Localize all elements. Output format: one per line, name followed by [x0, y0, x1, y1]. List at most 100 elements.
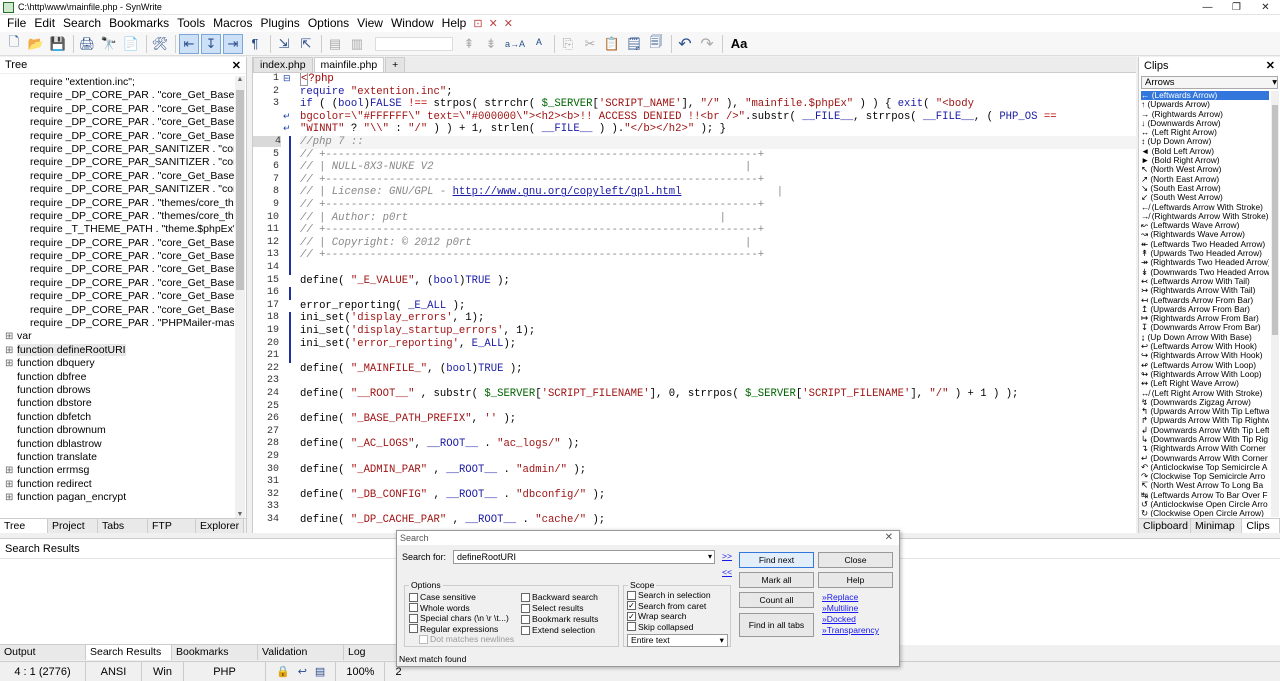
- clip-item[interactable]: ↚ (Leftwards Arrow With Stroke): [1141, 203, 1269, 212]
- menu-plugins[interactable]: Plugins: [256, 15, 303, 32]
- tab-clips[interactable]: Clips: [1242, 519, 1280, 534]
- tab-clipboard[interactable]: Clipboard: [1139, 519, 1191, 534]
- checkbox-whole-words[interactable]: Whole words: [409, 603, 470, 613]
- tree-item[interactable]: function dbrows: [0, 384, 234, 397]
- tree-item[interactable]: function dbstore: [0, 397, 234, 410]
- find-next-button[interactable]: Find next: [739, 552, 814, 568]
- tree-item[interactable]: ⊞ function dbquery: [0, 357, 234, 370]
- expand-icon[interactable]: ⊞: [5, 330, 17, 343]
- menu-search[interactable]: Search: [59, 15, 105, 32]
- clip-item[interactable]: ↣ (Rightwards Arrow With Tail): [1141, 286, 1269, 295]
- checkbox-backward-search[interactable]: Backward search: [521, 592, 598, 602]
- tree-item[interactable]: require _DP_CORE_PAR . "themes/core_them…: [0, 197, 234, 210]
- case-icon[interactable]: ᴬ: [529, 34, 549, 54]
- toolbar-search-input[interactable]: [375, 36, 453, 51]
- minimize-button[interactable]: —: [1193, 0, 1222, 15]
- close-button[interactable]: Close: [818, 552, 893, 568]
- clip-item[interactable]: ↲ (Downwards Arrow With Tip Left: [1141, 426, 1269, 435]
- open-icon[interactable]: 📂: [26, 34, 46, 54]
- tree-item[interactable]: ⊞ function redirect: [0, 478, 234, 491]
- clipboard-icon[interactable]: 🗒: [624, 34, 644, 54]
- tree-item[interactable]: require _DP_CORE_PAR . "core_Get_Base_Fu…: [0, 103, 234, 116]
- expand-icon[interactable]: ⊞: [5, 478, 17, 491]
- tab-minimap[interactable]: Minimap: [1191, 519, 1243, 534]
- tree-item[interactable]: require _DP_CORE_PAR_SANITIZER . "core_S…: [0, 143, 234, 156]
- search-back-link[interactable]: <<: [722, 567, 732, 577]
- tab-tabs[interactable]: Tabs: [98, 519, 148, 534]
- redo-icon[interactable]: ↷: [697, 34, 717, 54]
- clip-item[interactable]: ↳ (Downwards Arrow With Tip Rig: [1141, 435, 1269, 444]
- clip-item[interactable]: ↦ (Rightwards Arrow From Bar): [1141, 314, 1269, 323]
- tree-item[interactable]: ⊞ var: [0, 330, 234, 343]
- expand-icon[interactable]: ⊞: [5, 491, 17, 504]
- pilcrow-icon[interactable]: ¶: [245, 34, 265, 54]
- tree-item[interactable]: require _DP_CORE_PAR . "core_Get_Base_Fu…: [0, 250, 234, 263]
- menu-tools[interactable]: Tools: [173, 15, 209, 32]
- tree-item[interactable]: require _DP_CORE_PAR . "core_Get_Base_Fu…: [0, 130, 234, 143]
- tree-item[interactable]: require _DP_CORE_PAR_SANITIZER . "core_B…: [0, 183, 234, 196]
- clip-item[interactable]: ↠ (Rightwards Two Headed Arrow): [1141, 258, 1269, 267]
- font-size-icon[interactable]: Aa: [726, 34, 752, 54]
- expand-icon[interactable]: ⊞: [5, 464, 17, 477]
- tree-item[interactable]: function dbfetch: [0, 411, 234, 424]
- clip-item[interactable]: ↝ (Rightwards Wave Arrow): [1141, 230, 1269, 239]
- expand-icon[interactable]: ⊞: [5, 344, 17, 357]
- close-window-button[interactable]: ✕: [1251, 0, 1280, 15]
- clip-item[interactable]: ↔ (Left Right Arrow): [1141, 128, 1269, 137]
- unindent-icon[interactable]: ⇱: [296, 34, 316, 54]
- clip-item[interactable]: ↥ (Upwards Arrow From Bar): [1141, 305, 1269, 314]
- clip-item[interactable]: ↗ (North East Arrow): [1141, 175, 1269, 184]
- clip-item[interactable]: ↷ (Clockwise Top Semicircle Arro: [1141, 472, 1269, 481]
- clip-item[interactable]: ↤ (Leftwards Arrow From Bar): [1141, 296, 1269, 305]
- tab-output[interactable]: Output: [0, 645, 86, 660]
- clip-item[interactable]: ↻ (Clockwise Open Circle Arrow): [1141, 509, 1269, 517]
- replace-link[interactable]: »Replace: [822, 592, 858, 602]
- save-icon[interactable]: 💾: [48, 34, 68, 54]
- selection-mode-icon[interactable]: ▤: [315, 662, 325, 681]
- clip-item[interactable]: ↘ (South East Arrow): [1141, 184, 1269, 193]
- clip-item[interactable]: ↙ (South West Arrow): [1141, 193, 1269, 202]
- close-all-docs-icon[interactable]: ✕: [501, 17, 516, 30]
- fold-icon[interactable]: ⊟: [283, 73, 291, 84]
- tab-ftp[interactable]: FTP: [148, 519, 196, 534]
- tab-log[interactable]: Log: [344, 645, 400, 660]
- status-lexer[interactable]: PHP: [184, 661, 266, 681]
- status-encoding[interactable]: ANSI: [86, 661, 142, 681]
- clips-scrollbar[interactable]: [1271, 91, 1279, 517]
- print-icon[interactable]: 🖨: [77, 34, 97, 54]
- checkbox-bookmark-results[interactable]: Bookmark results: [521, 614, 598, 624]
- checkbox-extend-selection[interactable]: Extend selection: [521, 625, 595, 635]
- clip-item[interactable]: ↯ (Downwards Zigzag Arrow): [1141, 398, 1269, 407]
- checkbox-wrap-search[interactable]: ✓ Wrap search: [627, 611, 687, 621]
- clip-item[interactable]: ► (Bold Right Arrow): [1141, 156, 1269, 165]
- tree-item[interactable]: require _DP_CORE_PAR_SANITIZER . "core_C…: [0, 156, 234, 169]
- tab-search-results[interactable]: Search Results: [86, 645, 172, 660]
- close-doc-icon[interactable]: ✕: [486, 17, 501, 30]
- tree-item[interactable]: function translate: [0, 451, 234, 464]
- tree-item[interactable]: require _DP_CORE_PAR . "core_Get_Base_Fu…: [0, 263, 234, 276]
- clip-item[interactable]: ↡ (Downwards Two Headed Arrow): [1141, 268, 1269, 277]
- clip-item[interactable]: ↧ (Downwards Arrow From Bar): [1141, 323, 1269, 332]
- tab-bookmarks[interactable]: Bookmarks: [172, 645, 258, 660]
- new-file-icon[interactable]: 🗋: [4, 34, 24, 54]
- checkbox-regular-expressions[interactable]: Regular expressions: [409, 624, 498, 634]
- find-in-all-tabs-button[interactable]: Find in all tabs: [739, 613, 814, 637]
- checkbox-select-results[interactable]: Select results: [521, 603, 584, 613]
- tree-item[interactable]: ⊞ function errmsg: [0, 464, 234, 477]
- close-icon[interactable]: ✕: [885, 531, 899, 545]
- clip-item[interactable]: ↴ (Rightwards Arrow With Corner: [1141, 444, 1269, 453]
- clip-item[interactable]: ↵ (Downwards Arrow With Corner: [1141, 454, 1269, 463]
- status-zoom[interactable]: 100%: [336, 661, 386, 681]
- clip-item[interactable]: ↫ (Leftwards Arrow With Loop): [1141, 361, 1269, 370]
- clip-item[interactable]: ↶ (Anticlockwise Top Semicircle A: [1141, 463, 1269, 472]
- checkbox-dot-matches-newlines[interactable]: Dot matches newlines: [419, 634, 514, 644]
- clipboard2-icon[interactable]: 🗐: [646, 34, 666, 54]
- docked-link[interactable]: »Docked: [822, 614, 856, 624]
- search-next-icon[interactable]: ⇟: [481, 34, 501, 54]
- tree-item[interactable]: require _DP_CORE_PAR . "core_Get_Base_Fu…: [0, 89, 234, 102]
- tree-item[interactable]: ⊞ function pagan_encrypt: [0, 491, 234, 504]
- checkbox-special-chars-n-r-t[interactable]: Special chars (\n \r \t...): [409, 613, 509, 623]
- tree-item[interactable]: ⊞ function defineRootURI: [0, 343, 234, 357]
- menu-window[interactable]: Window: [387, 15, 438, 32]
- scroll-thumb[interactable]: [1272, 105, 1278, 335]
